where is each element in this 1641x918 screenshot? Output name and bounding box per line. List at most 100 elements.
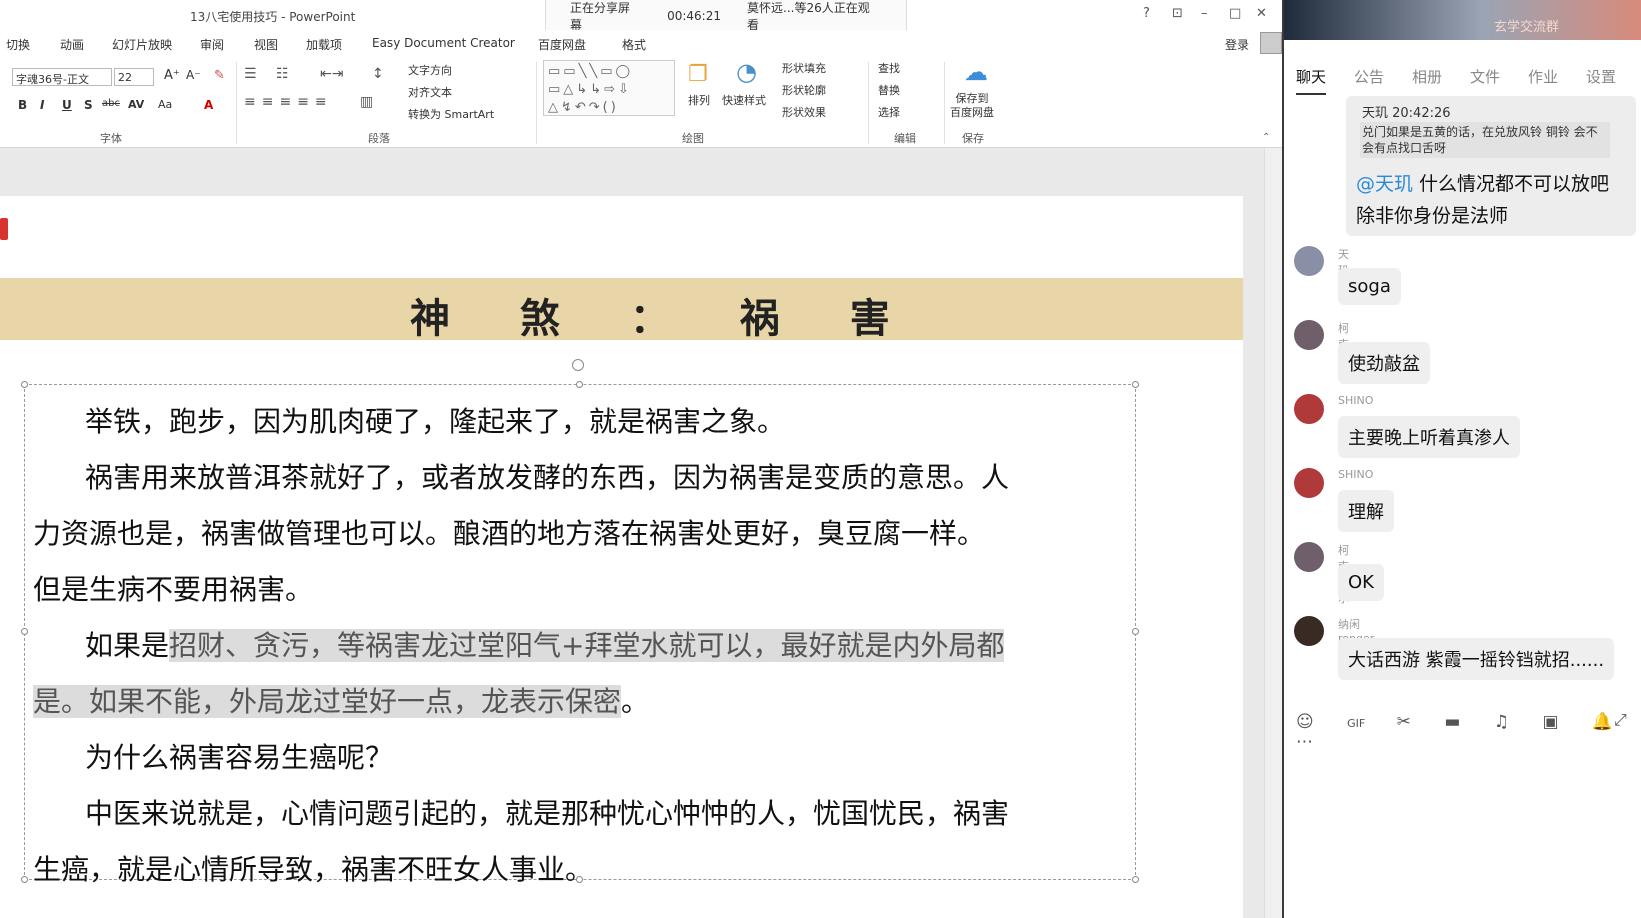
tab-settings[interactable]: 设置 [1586,66,1616,87]
expand-icon[interactable]: ⤢ [1614,710,1627,730]
font-name-select[interactable]: 字魂36号-正文 [12,68,112,86]
resize-handle[interactable] [21,876,28,883]
avatar[interactable] [1294,246,1324,276]
tab-homework[interactable]: 作业 [1528,66,1558,87]
tab-easy-document-creator[interactable]: Easy Document Creator [372,36,515,50]
slide[interactable]: 神 煞 ： 祸 害 举铁，跑步，因为肌肉硬了，隆起来了，就是祸害之象。 祸害用来… [0,196,1243,918]
text-direction-button[interactable]: 文字方向 [408,62,452,78]
indent-icon[interactable]: ⇤⇥ [320,66,343,82]
group-save-label: 保存 [962,132,984,145]
maximize-button[interactable]: □ [1229,6,1241,21]
resize-handle[interactable] [1132,876,1139,883]
avatar[interactable] [1294,394,1324,424]
selected-text[interactable]: 招财、贪污，等祸害龙过堂阳气+拜堂水就可以，最好就是内外局都 [169,629,1005,662]
message-bubble: 主要晚上听着真渗人 [1338,416,1520,458]
tab-format[interactable]: 格式 [622,36,646,53]
shrink-font-icon[interactable]: A⁻ [186,68,201,82]
emoji-icon[interactable]: ☺ [1296,712,1328,732]
quick-styles-button[interactable]: 快速样式 [722,92,766,108]
chat-toolbar: ☺ GIF ✂ ▬ ♫ ▣ 🔔 ⋯ [1296,712,1636,752]
resize-handle[interactable] [21,628,28,635]
quick-styles-icon: ◔ [736,58,757,86]
reply-bubble: 天玑 20:42:26 兑门如果是五黄的话，在兑放风铃 铜铃 会不会有点找口舌呀… [1346,96,1636,236]
underline-icon[interactable]: U [62,98,72,112]
numbering-icon[interactable]: ☷ [276,66,289,82]
save-to-baidu-button[interactable]: 保存到 百度网盘 [950,92,994,120]
paragraph-2-line-2: 力资源也是，祸害做管理也可以。酿酒的地方落在祸害处更好，臭豆腐一样。 [33,517,986,550]
more-icon[interactable]: ⋯ [1296,732,1327,752]
mention-link[interactable]: @天玑 [1356,173,1413,195]
arrange-button[interactable]: 排列 [688,92,710,108]
ribbon-display-icon[interactable]: ⊡ [1172,6,1183,21]
vertical-scrollbar[interactable] [1264,148,1282,918]
tab-animations[interactable]: 动画 [60,36,84,53]
chat-header: 玄学交流群 [1284,0,1641,40]
line-spacing-icon[interactable]: ↕ [372,66,384,82]
close-button[interactable]: ✕ [1256,6,1267,21]
avatar[interactable] [1294,616,1324,646]
shapes-gallery[interactable]: ▭▭╲╲▭◯ ▭△↳↳⇨⇩ △↯↶↷() [543,60,675,116]
columns-icon[interactable]: ▥ [360,94,373,110]
tab-baidu-netdisk[interactable]: 百度网盘 [538,36,586,53]
shadow-icon[interactable]: S [84,98,93,112]
music-icon[interactable]: ♫ [1494,712,1523,732]
login-link[interactable]: 登录 [1225,36,1249,53]
resize-handle[interactable] [21,381,28,388]
slide-heading[interactable]: 神 煞 ： 祸 害 [410,286,918,344]
title-band: 神 煞 ： 祸 害 [0,278,1243,342]
share-status: 正在分享屏幕 [570,0,631,32]
shape-effect-button[interactable]: 形状效果 [782,104,826,120]
screenshot-icon[interactable]: ✂ [1397,712,1425,732]
tab-chat[interactable]: 聊天 [1296,66,1327,95]
text-run: 如果是 [85,629,170,662]
viewer-count[interactable]: 莫怀远...等26人正在观看 [747,0,880,33]
avatar[interactable] [1294,320,1324,350]
selected-text[interactable]: 是。如果不能，外局龙过堂好一点，龙表示保密 [33,685,622,718]
tab-album[interactable]: 相册 [1412,66,1442,87]
user-avatar-icon[interactable] [1260,32,1282,54]
tab-transitions[interactable]: 切换 [6,36,30,53]
grow-font-icon[interactable]: A⁺ [164,68,180,83]
find-button[interactable]: 查找 [878,60,900,76]
paragraph-3-line-2: 是。如果不能，外局龙过堂好一点，龙表示保密。 [33,674,1123,730]
clear-format-icon[interactable]: ✎ [214,68,225,83]
minimize-button[interactable]: – [1201,6,1208,21]
window-title: 13八宅使用技巧 - PowerPoint [190,10,356,24]
char-spacing-icon[interactable]: AV [128,98,144,111]
tab-addins[interactable]: 加载项 [306,36,342,53]
font-color-icon[interactable]: A [204,98,213,112]
avatar[interactable] [1294,542,1324,572]
align-icons[interactable]: ≡≡≡≡≡ [244,94,333,110]
slide-canvas: 神 煞 ： 祸 害 举铁，跑步，因为肌肉硬了，隆起来了，就是祸害之象。 祸害用来… [0,148,1264,918]
select-button[interactable]: 选择 [878,104,900,120]
resize-handle[interactable] [1132,628,1139,635]
bullets-icon[interactable]: ☰ [244,66,257,82]
strikethrough-icon[interactable]: abc [102,98,120,109]
tab-slideshow[interactable]: 幻灯片放映 [112,36,172,53]
folder-icon[interactable]: ▬ [1444,712,1474,732]
shape-fill-button[interactable]: 形状填充 [782,60,826,76]
tab-review[interactable]: 审阅 [200,36,224,53]
italic-icon[interactable]: I [40,98,44,112]
smartart-button[interactable]: 转换为 SmartArt [408,106,494,122]
change-case-icon[interactable]: Aa [158,98,172,111]
message-bubble: OK [1338,564,1384,601]
font-size-select[interactable]: 22 [114,68,154,86]
shape-outline-button[interactable]: 形状轮廓 [782,82,826,98]
help-button[interactable]: ? [1143,6,1150,21]
collapse-ribbon-icon[interactable]: ⌃ [1262,132,1270,143]
message-bubble: 理解 [1338,490,1394,532]
replace-button[interactable]: 替换 [878,82,900,98]
rotate-handle-icon[interactable] [572,359,584,371]
avatar[interactable] [1294,468,1324,498]
tab-announcement[interactable]: 公告 [1354,66,1384,87]
resize-handle[interactable] [576,381,583,388]
resize-handle[interactable] [1132,381,1139,388]
gif-icon[interactable]: GIF [1347,717,1365,730]
ribbon-tabs: 切换 动画 幻灯片放映 审阅 视图 加载项 Easy Document Crea… [0,30,1282,56]
tab-files[interactable]: 文件 [1470,66,1500,87]
align-text-button[interactable]: 对齐文本 [408,84,452,100]
tab-view[interactable]: 视图 [254,36,278,53]
image-icon[interactable]: ▣ [1542,712,1572,732]
bold-icon[interactable]: B [18,98,27,112]
